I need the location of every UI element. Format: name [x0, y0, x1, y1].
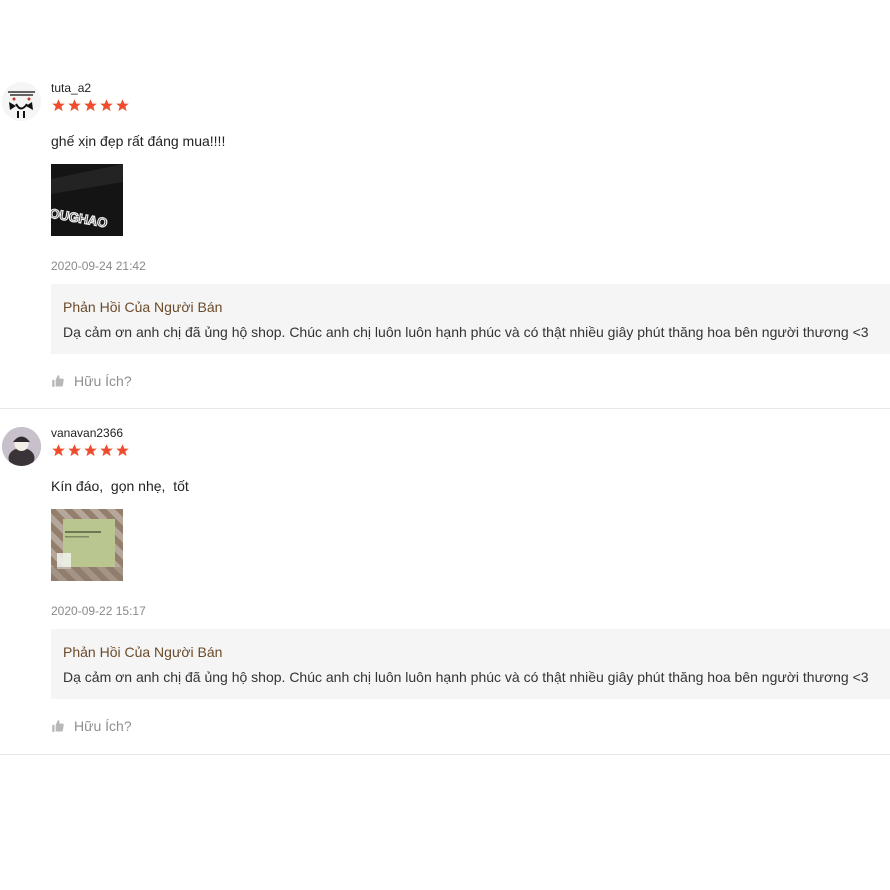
star-icon — [52, 99, 65, 112]
thumbs-up-icon — [52, 375, 64, 387]
user-avatar[interactable] — [2, 427, 41, 466]
review-comment: Kín đáo, gọn nhẹ, tốt — [51, 478, 189, 494]
review-time: 2020-09-24 21:42 — [51, 259, 146, 273]
review-time: 2020-09-22 15:17 — [51, 604, 146, 618]
star-icon — [68, 444, 81, 457]
star-icon — [84, 444, 97, 457]
reply-title: Phản Hồi Của Người Bán — [63, 299, 223, 315]
reply-title: Phản Hồi Của Người Bán — [63, 644, 223, 660]
star-icon — [68, 99, 81, 112]
seller-reply: Phản Hồi Của Người Bán Dạ cảm ơn anh chị… — [51, 629, 890, 699]
review-list: tuta_a2 ghế xịn đẹp rất đáng mua!!!! OUG… — [0, 64, 890, 755]
reply-text: Dạ cảm ơn anh chị đã ủng hộ shop. Chúc a… — [63, 669, 869, 685]
star-icon — [100, 444, 113, 457]
reply-text: Dạ cảm ơn anh chị đã ủng hộ shop. Chúc a… — [63, 324, 869, 340]
star-icon — [52, 444, 65, 457]
photo-thumbnail: OUGHAO — [51, 164, 123, 236]
star-icon — [84, 99, 97, 112]
rating-stars — [51, 443, 130, 458]
review-comment: ghế xịn đẹp rất đáng mua!!!! — [51, 133, 226, 149]
avatar-photo — [2, 427, 41, 466]
thumbs-up-icon — [52, 720, 64, 732]
review-item: vanavan2366 Kín đáo, gọn nhẹ, tốt 2020-0… — [0, 409, 890, 755]
helpful-label: Hữu Ích? — [74, 718, 132, 734]
review-item: tuta_a2 ghế xịn đẹp rất đáng mua!!!! OUG… — [0, 64, 890, 409]
helpful-button[interactable]: Hữu Ích? — [51, 718, 132, 734]
photo-thumbnail — [51, 509, 123, 581]
avatar-illustration — [2, 82, 41, 121]
star-icon — [100, 99, 113, 112]
review-photo[interactable]: OUGHAO — [51, 164, 123, 236]
helpful-label: Hữu Ích? — [74, 373, 132, 389]
star-icon — [116, 99, 129, 112]
review-author[interactable]: vanavan2366 — [51, 426, 123, 440]
review-author[interactable]: tuta_a2 — [51, 81, 91, 95]
seller-reply: Phản Hồi Của Người Bán Dạ cảm ơn anh chị… — [51, 284, 890, 354]
rating-stars — [51, 98, 130, 113]
helpful-button[interactable]: Hữu Ích? — [51, 373, 132, 389]
star-icon — [116, 444, 129, 457]
user-avatar[interactable] — [2, 82, 41, 121]
review-photo[interactable] — [51, 509, 123, 581]
